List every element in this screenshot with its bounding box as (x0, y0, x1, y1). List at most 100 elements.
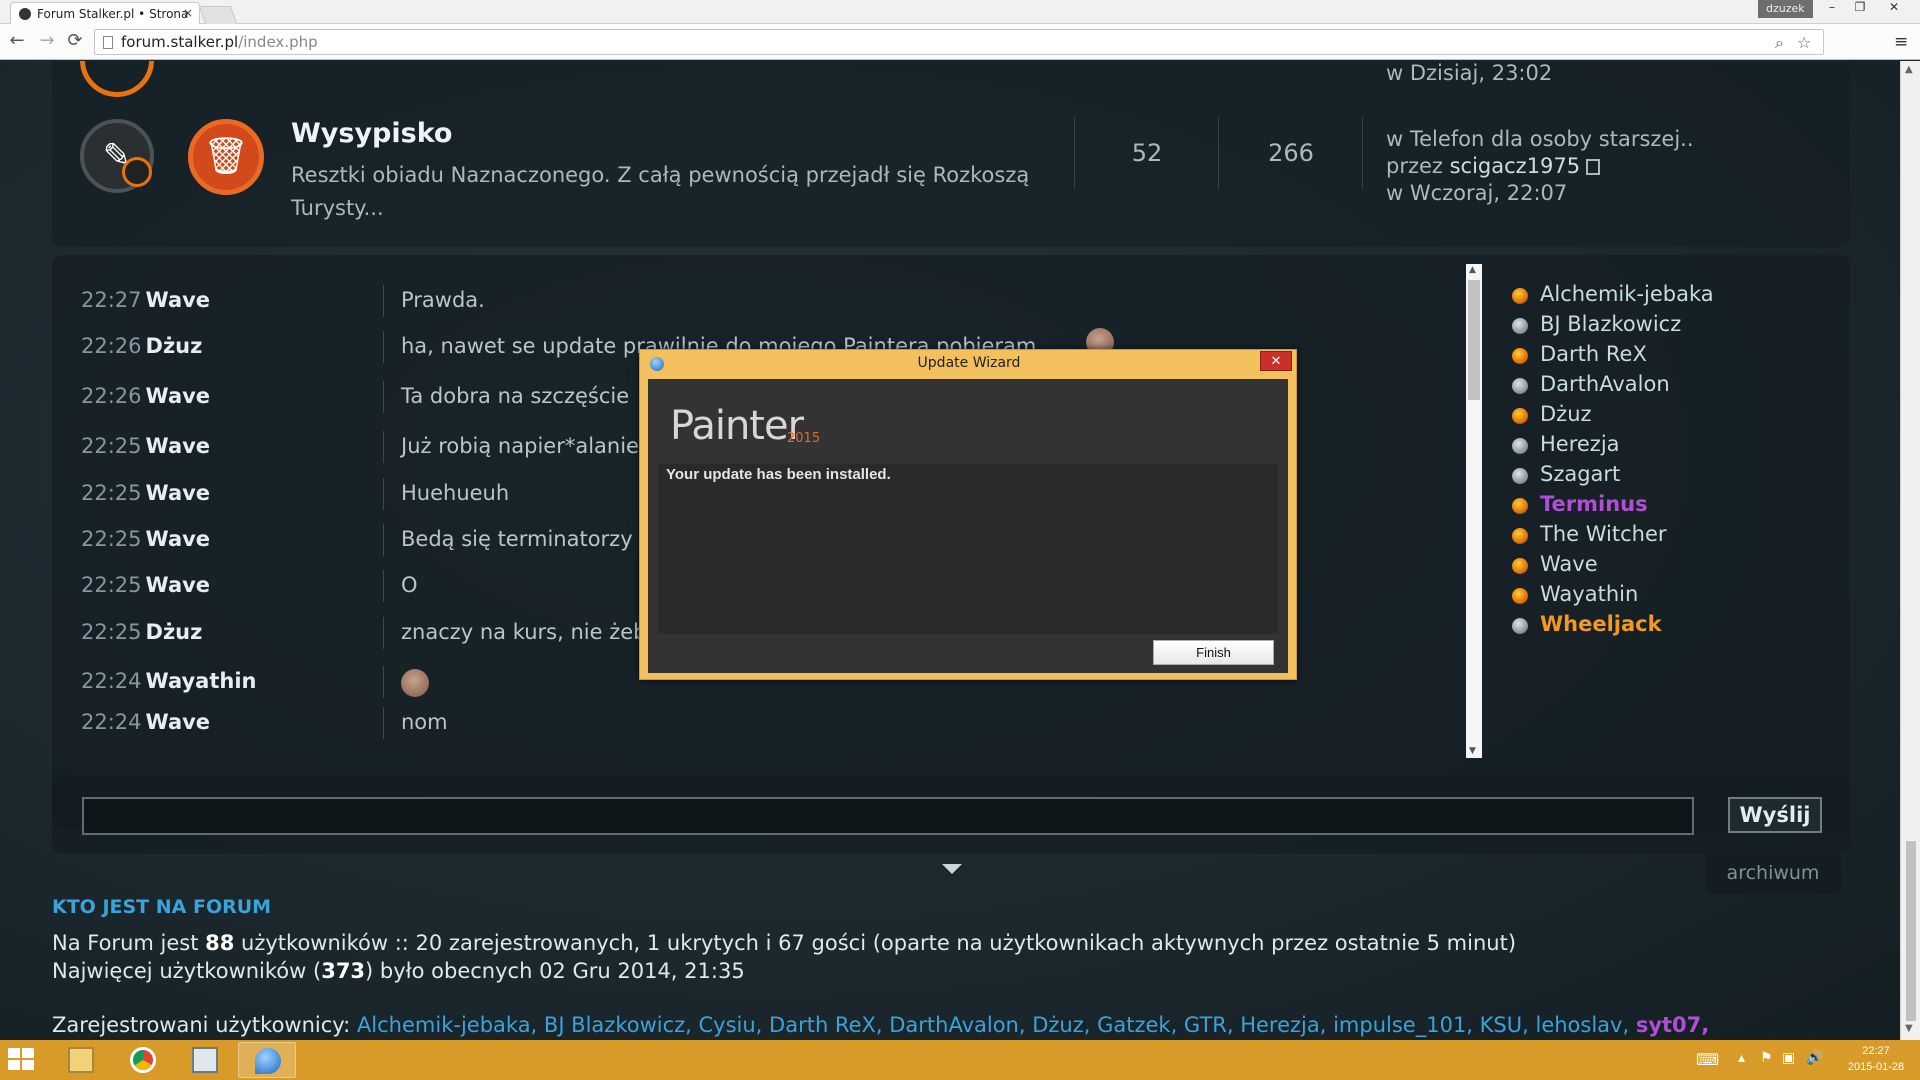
reload-button[interactable]: ⟳ (64, 30, 86, 51)
painter-logo-year: 2015 (787, 431, 821, 446)
user-status-dot-icon (1512, 588, 1528, 604)
online-user-item[interactable]: Szagart (1512, 462, 1714, 492)
online-user-name[interactable]: DarthAvalon (1540, 372, 1670, 396)
chat-time: 22:26 (81, 384, 142, 408)
user-status-dot-icon (1512, 528, 1528, 544)
registered-users-line: Zarejestrowani użytkownicy: Alchemik-jeb… (52, 1013, 1710, 1037)
divider (1074, 117, 1075, 189)
registered-users-links[interactable]: Alchemik-jebaka, BJ Blazkowicz, Cysiu, D… (357, 1013, 1636, 1037)
chat-nick[interactable]: Wave (146, 573, 211, 597)
online-user-item[interactable]: Wave (1512, 552, 1714, 582)
chat-nick[interactable]: Wayathin (146, 669, 257, 693)
folder-icon (68, 1047, 94, 1073)
volume-icon[interactable]: 🔊 (1806, 1050, 1823, 1066)
online-user-name[interactable]: Szagart (1540, 462, 1620, 486)
painter-logo: Painter (670, 403, 804, 449)
action-center-flag-icon[interactable]: ⚑ (1760, 1050, 1773, 1066)
page-scroll-thumb[interactable] (1906, 841, 1916, 1021)
browser-tab[interactable]: Forum Stalker.pl • Strona × (10, 2, 200, 24)
last-post-by-label: przez (1386, 154, 1450, 178)
smiley-icon (401, 669, 429, 697)
online-user-name[interactable]: Herezja (1540, 432, 1620, 456)
online-user-item[interactable]: Alchemik-jebaka (1512, 282, 1714, 312)
browser-user-badge[interactable]: dzuzek (1758, 0, 1813, 18)
taskbar-clock[interactable]: 22:27 2015-01-28 (1840, 1043, 1912, 1075)
taskbar-painter[interactable] (238, 1042, 296, 1078)
page-scrollbar[interactable]: ▲ ▼ (1900, 61, 1920, 1040)
taskbar-explorer[interactable] (52, 1042, 110, 1078)
forum-topics-count: 52 (1131, 139, 1163, 167)
new-tab-button[interactable] (198, 6, 238, 24)
forum-last-post: w Telefon dla osoby starszej.. przez sci… (1386, 126, 1694, 207)
chat-nick[interactable]: Dżuz (146, 334, 203, 358)
forward-button[interactable]: → (36, 30, 58, 51)
chat-scrollbar[interactable]: ▲ ▼ (1466, 264, 1482, 758)
chat-nick[interactable]: Wave (146, 527, 211, 551)
chat-nick[interactable]: Wave (146, 481, 211, 505)
chat-nick[interactable]: Dżuz (146, 620, 203, 644)
browser-menu-icon[interactable]: ≡ (1894, 32, 1908, 52)
online-user-name[interactable]: The Witcher (1540, 522, 1667, 546)
online-user-item[interactable]: Herezja (1512, 432, 1714, 462)
url-host: forum.stalker.pl (121, 33, 239, 51)
online-user-item[interactable]: Wayathin (1512, 582, 1714, 612)
chat-time: 22:25 (81, 434, 142, 458)
bookmark-star-icon[interactable]: ☆ (1797, 33, 1811, 52)
user-status-dot-icon (1512, 468, 1528, 484)
online-user-item[interactable]: BJ Blazkowicz (1512, 312, 1714, 342)
chat-time: 22:24 (81, 710, 142, 734)
online-user-item[interactable]: The Witcher (1512, 522, 1714, 552)
chat-message-text: Ta dobra na szczęście (401, 384, 630, 408)
online-user-item[interactable]: Wheeljack (1512, 612, 1714, 642)
online-user-name[interactable]: Wheeljack (1540, 612, 1662, 636)
online-user-item[interactable]: DarthAvalon (1512, 372, 1714, 402)
expand-chevron-down-icon[interactable] (942, 864, 962, 874)
go-to-post-icon[interactable] (1586, 159, 1601, 175)
online-user-name[interactable]: Wayathin (1540, 582, 1638, 606)
online-user-name[interactable]: Dżuz (1540, 402, 1592, 426)
user-status-dot-icon (1512, 438, 1528, 454)
last-post-in[interactable]: w Telefon dla osoby starszej.. (1386, 127, 1694, 151)
taskbar-chrome[interactable] (114, 1042, 172, 1078)
chat-message-meta: 22:26 Dżuz (81, 334, 202, 370)
dialog-close-button[interactable]: ✕ (1260, 351, 1292, 371)
network-icon[interactable]: ▣ (1782, 1050, 1795, 1066)
keyboard-icon[interactable]: ⌨ (1696, 1050, 1719, 1069)
start-button[interactable] (8, 1048, 36, 1072)
chat-scroll-thumb[interactable] (1468, 280, 1480, 400)
forum-title[interactable]: Wysypisko (291, 118, 453, 149)
online-user-name[interactable]: Terminus (1540, 492, 1648, 516)
chat-message-text: znaczy na kurs, nie żeby (401, 620, 659, 644)
chat-nick[interactable]: Wave (146, 384, 211, 408)
chat-divider (383, 381, 384, 413)
online-user-name[interactable]: BJ Blazkowicz (1540, 312, 1681, 336)
finish-button[interactable]: Finish (1153, 640, 1274, 665)
chat-time: 22:25 (81, 481, 142, 505)
online-user-name[interactable]: Darth ReX (1540, 342, 1647, 366)
window-close-button[interactable]: ✕ (1880, 0, 1908, 18)
address-bar[interactable]: forum.stalker.pl/index.php ⌕ ☆ (94, 29, 1824, 55)
online-user-name[interactable]: Alchemik-jebaka (1540, 282, 1714, 306)
chat-message-input[interactable] (82, 797, 1694, 835)
chat-message-meta: 22:25 Wave (81, 434, 210, 470)
window-minimize-button[interactable]: – (1818, 0, 1846, 18)
online-user-name[interactable]: Wave (1540, 552, 1598, 576)
zoom-icon[interactable]: ⌕ (1775, 33, 1784, 53)
back-button[interactable]: ← (6, 30, 28, 51)
taskbar-app[interactable] (176, 1042, 234, 1078)
tray-expand-icon[interactable]: ▴ (1738, 1050, 1745, 1066)
divider (1218, 117, 1219, 189)
online-user-item[interactable]: Dżuz (1512, 402, 1714, 432)
chat-nick[interactable]: Wave (146, 288, 211, 312)
chat-nick[interactable]: Wave (146, 434, 211, 458)
registered-user-highlight[interactable]: syt07, (1636, 1013, 1709, 1037)
online-user-item[interactable]: Terminus (1512, 492, 1714, 522)
online-user-item[interactable]: Darth ReX (1512, 342, 1714, 372)
chat-time: 22:27 (81, 288, 142, 312)
tab-close-icon[interactable]: × (183, 6, 193, 20)
window-restore-button[interactable]: ❐ (1846, 0, 1874, 18)
send-button[interactable]: Wyślij (1728, 797, 1822, 833)
chat-nick[interactable]: Wave (146, 710, 211, 734)
archive-link[interactable]: archiwum (1705, 854, 1841, 894)
last-post-author[interactable]: scigacz1975 (1450, 154, 1581, 178)
